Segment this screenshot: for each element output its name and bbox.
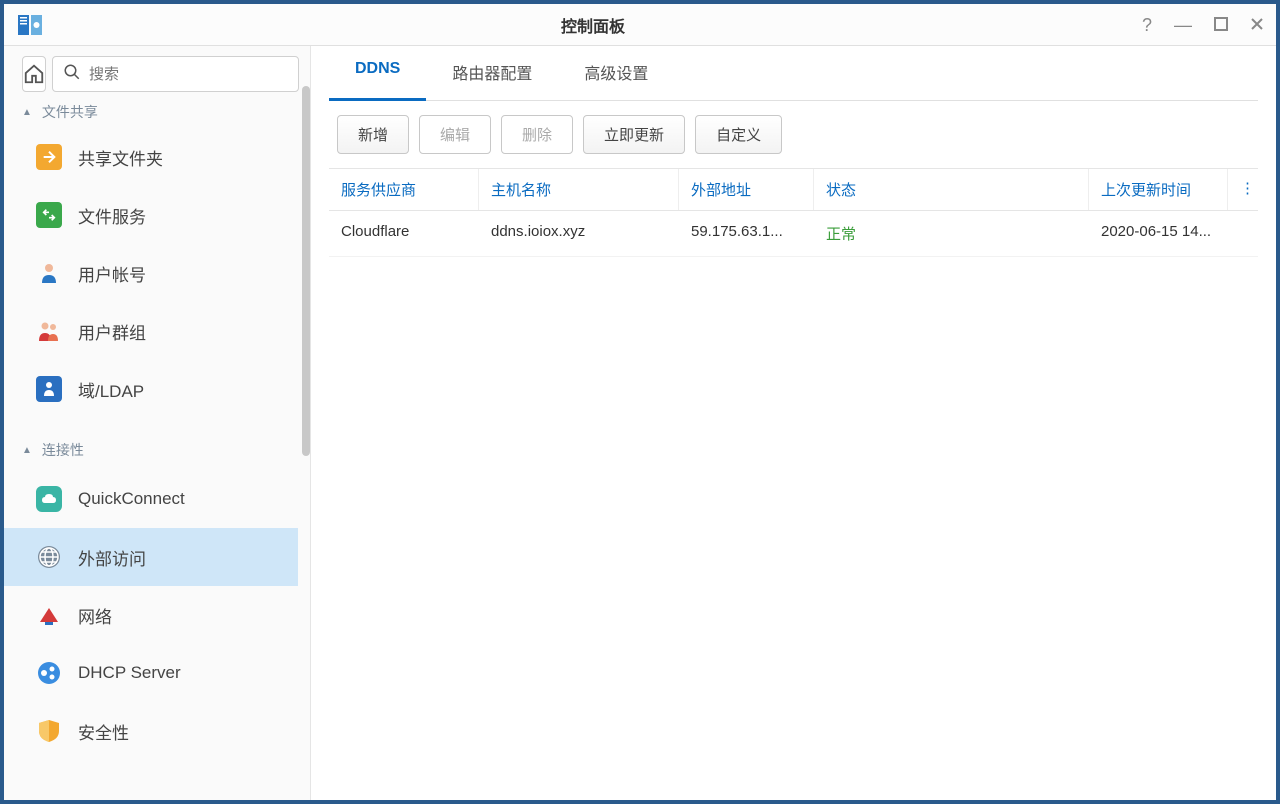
help-icon[interactable]: ?: [1142, 16, 1152, 34]
sidebar-item-label: 域/LDAP: [78, 377, 144, 402]
th-status[interactable]: 状态: [814, 169, 1089, 210]
cell-menu: [1228, 211, 1258, 256]
tab-router[interactable]: 路由器配置: [426, 46, 558, 101]
sidebar-item-label: 外部访问: [78, 545, 146, 570]
sidebar-item-security[interactable]: 安全性: [4, 702, 298, 760]
dhcp-icon: [36, 660, 62, 686]
user-icon: [36, 260, 62, 286]
user-group-icon: [36, 318, 62, 344]
tabs: DDNS 路由器配置 高级设置: [329, 46, 1258, 101]
section-fileshare[interactable]: ▲ 文件共享: [4, 100, 298, 128]
sidebar-item-dhcp[interactable]: DHCP Server: [4, 644, 298, 702]
sidebar-content: ▲ 文件共享 共享文件夹 文件服务: [4, 100, 310, 800]
shield-icon: [36, 718, 62, 744]
globe-icon: [36, 544, 62, 570]
content-area: DDNS 路由器配置 高级设置 新增 编辑 删除 立即更新 自定义 服务供应商 …: [311, 46, 1276, 800]
network-icon: [36, 602, 62, 628]
sidebar-item-network[interactable]: 网络: [4, 586, 298, 644]
cell-hostname: ddns.ioiox.xyz: [479, 211, 679, 256]
th-external[interactable]: 外部地址: [679, 169, 814, 210]
cell-provider: Cloudflare: [329, 211, 479, 256]
chevron-up-icon: ▲: [22, 445, 32, 456]
ldap-icon: [36, 376, 62, 402]
window-title: 控制面板: [44, 13, 1142, 37]
sidebar-item-label: 用户群组: [78, 319, 146, 344]
window-controls: ? —: [1142, 16, 1264, 34]
sidebar-item-label: 用户帐号: [78, 261, 146, 286]
cell-status: 正常: [814, 211, 1089, 256]
sidebar-item-label: DHCP Server: [78, 663, 181, 683]
sidebar-item-quickconnect[interactable]: QuickConnect: [4, 470, 298, 528]
home-button[interactable]: [22, 56, 46, 92]
th-provider[interactable]: 服务供应商: [329, 169, 479, 210]
titlebar: 控制面板 ? —: [4, 4, 1276, 46]
minimize-icon[interactable]: —: [1174, 16, 1192, 34]
table-row[interactable]: Cloudflare ddns.ioiox.xyz 59.175.63.1...…: [329, 211, 1258, 257]
sidebar-item-file-service[interactable]: 文件服务: [4, 186, 298, 244]
sidebar-item-shared-folder[interactable]: 共享文件夹: [4, 128, 298, 186]
edit-button[interactable]: 编辑: [419, 115, 491, 154]
tab-ddns[interactable]: DDNS: [329, 46, 426, 101]
sidebar-item-label: QuickConnect: [78, 489, 185, 509]
sidebar-item-domain-ldap[interactable]: 域/LDAP: [4, 360, 298, 418]
sidebar-item-label: 安全性: [78, 719, 129, 744]
search-box[interactable]: [52, 56, 299, 92]
section-label: 文件共享: [42, 102, 98, 122]
cell-external: 59.175.63.1...: [679, 211, 814, 256]
section-connectivity[interactable]: ▲ 连接性: [4, 430, 298, 470]
sidebar-item-label: 共享文件夹: [78, 145, 163, 170]
file-service-icon: [36, 202, 62, 228]
cloud-icon: [36, 486, 62, 512]
toolbar: 新增 编辑 删除 立即更新 自定义: [329, 101, 1258, 168]
chevron-up-icon: ▲: [22, 107, 32, 118]
sidebar-item-user-account[interactable]: 用户帐号: [4, 244, 298, 302]
add-button[interactable]: 新增: [337, 115, 409, 154]
search-input[interactable]: [89, 66, 288, 83]
cell-updated: 2020-06-15 14...: [1089, 211, 1228, 256]
sidebar-item-user-group[interactable]: 用户群组: [4, 302, 298, 360]
th-hostname[interactable]: 主机名称: [479, 169, 679, 210]
folder-share-icon: [36, 144, 62, 170]
update-now-button[interactable]: 立即更新: [583, 115, 685, 154]
close-icon[interactable]: [1250, 16, 1264, 34]
delete-button[interactable]: 删除: [501, 115, 573, 154]
th-menu[interactable]: ⋮: [1228, 169, 1258, 210]
sidebar-item-external-access[interactable]: 外部访问: [4, 528, 298, 586]
app-icon: [16, 11, 44, 39]
th-updated[interactable]: 上次更新时间: [1089, 169, 1228, 210]
custom-button[interactable]: 自定义: [695, 115, 782, 154]
tab-advanced[interactable]: 高级设置: [558, 46, 674, 101]
sidebar: ▲ 文件共享 共享文件夹 文件服务: [4, 46, 311, 800]
more-icon: ⋮: [1240, 180, 1255, 197]
sidebar-item-label: 文件服务: [78, 203, 146, 228]
sidebar-scrollbar[interactable]: [302, 86, 310, 456]
table-header: 服务供应商 主机名称 外部地址 状态 上次更新时间 ⋮: [329, 168, 1258, 211]
ddns-table: 服务供应商 主机名称 外部地址 状态 上次更新时间 ⋮ Cloudflare d…: [329, 168, 1258, 257]
section-label: 连接性: [42, 440, 84, 460]
search-icon: [63, 63, 81, 86]
sidebar-item-label: 网络: [78, 603, 112, 628]
maximize-icon[interactable]: [1214, 16, 1228, 34]
